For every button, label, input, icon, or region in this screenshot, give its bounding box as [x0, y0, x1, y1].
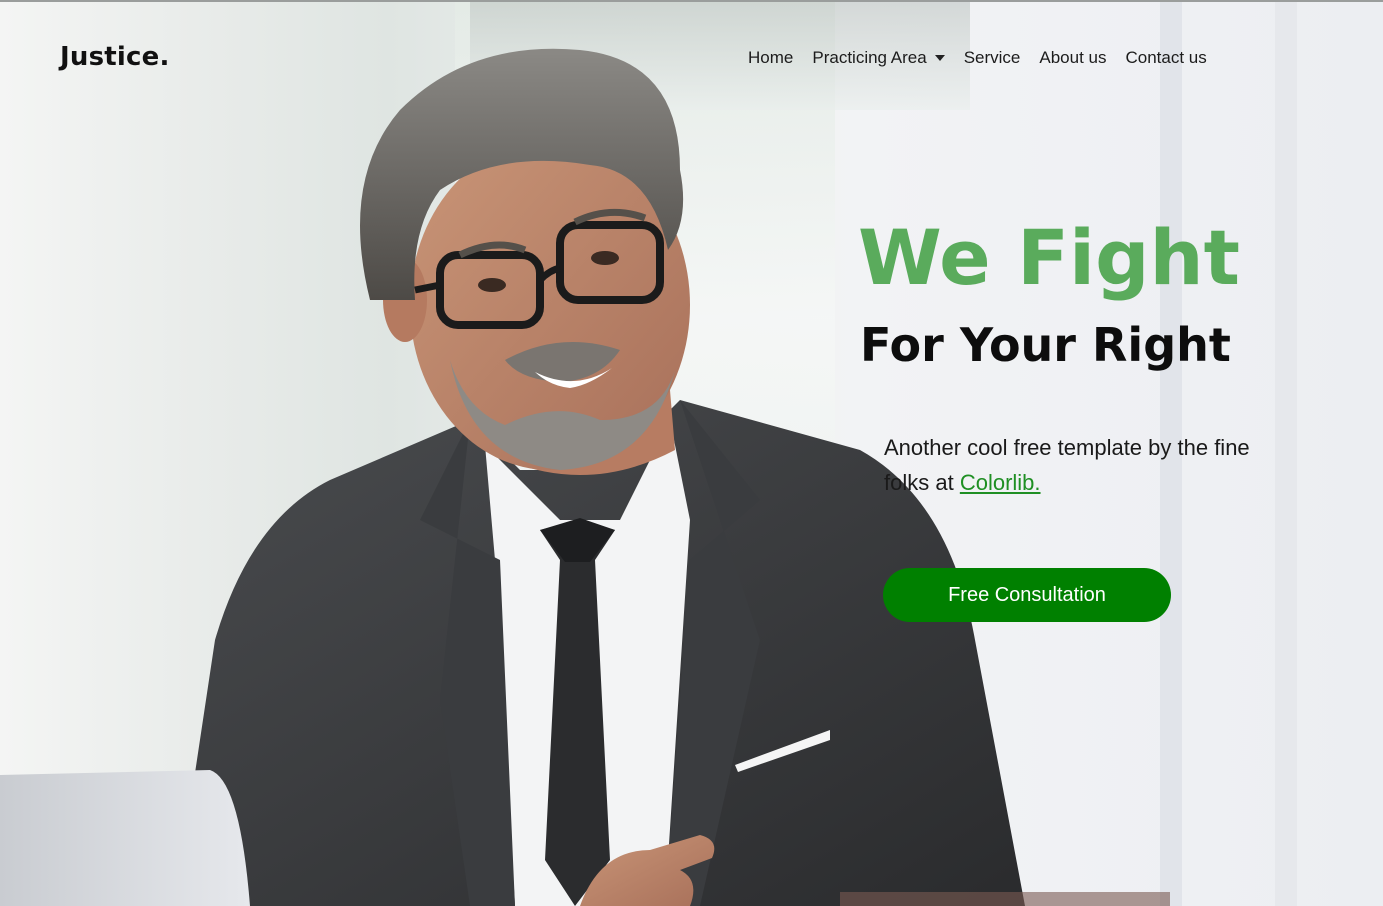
- hero-section: Justice. Home Practicing Area Service Ab…: [0, 0, 1383, 906]
- nav-item-home[interactable]: Home: [748, 48, 793, 68]
- caret-down-icon: [934, 55, 945, 61]
- nav-item-contact-us[interactable]: Contact us: [1126, 48, 1207, 68]
- main-nav: Home Practicing Area Service About us Co…: [748, 48, 1207, 68]
- brand-logo[interactable]: Justice.: [60, 42, 170, 72]
- colorlib-link[interactable]: Colorlib.: [960, 470, 1041, 495]
- nav-item-label: Contact us: [1125, 48, 1207, 67]
- hero-headline-primary: We Fight: [858, 213, 1240, 302]
- nav-item-label: Service: [963, 48, 1021, 67]
- hero-description-text: Another cool free template by the fine f…: [884, 435, 1250, 495]
- nav-item-about-us[interactable]: About us: [1039, 48, 1106, 68]
- free-consultation-button[interactable]: Free Consultation: [883, 568, 1171, 622]
- hero-headline-secondary: For Your Right: [860, 318, 1231, 372]
- nav-item-practicing-area[interactable]: Practicing Area: [812, 48, 945, 68]
- hero-description: Another cool free template by the fine f…: [884, 430, 1264, 500]
- nav-item-service[interactable]: Service: [964, 48, 1021, 68]
- top-border: [0, 0, 1383, 2]
- nav-item-label: About us: [1039, 48, 1107, 67]
- nav-item-label: Home: [748, 48, 794, 67]
- nav-item-label: Practicing Area: [812, 48, 927, 67]
